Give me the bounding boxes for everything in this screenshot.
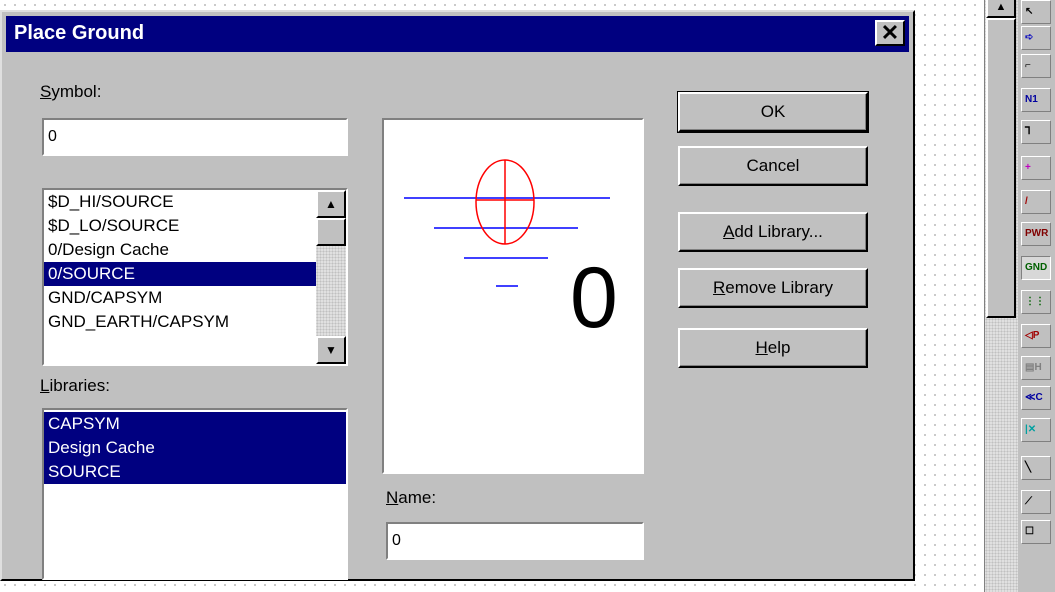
net-alias-tool-button[interactable]: N1 [1021, 88, 1051, 112]
symbol-list-scrollbar[interactable]: ▲ ▼ [316, 190, 346, 364]
help-button[interactable]: Help [678, 328, 868, 368]
symbol-list-item[interactable]: 0/Design Cache [44, 238, 316, 262]
junction-icon: + [1025, 162, 1031, 173]
place-bus-icon: ⅂ [1025, 126, 1031, 137]
remove-library-button[interactable]: Remove Library [678, 268, 868, 308]
place-part-tool-button[interactable]: ➪ [1021, 26, 1051, 50]
scroll-up-icon: ▲ [995, 1, 1007, 13]
library-list-item[interactable]: CAPSYM [44, 412, 346, 436]
off-page-connector-icon: ≪C [1025, 392, 1043, 403]
ground-icon: GND [1025, 262, 1048, 273]
place-line-tool-button[interactable]: ╲ [1021, 456, 1051, 480]
select-arrow-tool-button[interactable]: ↖ [1021, 0, 1051, 24]
symbol-listbox[interactable]: $D_HI/SOURCE $D_LO/SOURCE 0/Design Cache 0/… [42, 188, 348, 366]
bus-entry-tool-button[interactable]: / [1021, 190, 1051, 214]
symbol-list-item[interactable]: GND/CAPSYM [44, 286, 316, 310]
symbol-list-item[interactable]: $D_LO/SOURCE [44, 214, 316, 238]
place-rectangle-icon: ☐ [1025, 526, 1034, 537]
power-icon: PWR [1025, 228, 1049, 239]
cancel-button[interactable]: Cancel [678, 146, 868, 186]
dialog-title: Place Ground [14, 22, 145, 44]
ok-button[interactable]: OK [677, 91, 869, 133]
place-polyline-icon: ⟋ [1025, 496, 1032, 507]
place-polyline-tool-button[interactable]: ⟋ [1021, 490, 1051, 514]
symbol-input[interactable]: 0 [42, 118, 348, 156]
scroll-down-button[interactable]: ▼ [316, 336, 346, 364]
name-input[interactable]: 0 [386, 522, 644, 560]
library-list-item[interactable]: Design Cache [44, 436, 346, 460]
canvas-scroll-up-button[interactable]: ▲ [986, 0, 1016, 18]
library-list-item[interactable]: SOURCE [44, 460, 346, 484]
place-wire-tool-button[interactable]: ⌐ [1021, 54, 1051, 78]
scroll-down-icon: ▼ [325, 343, 337, 357]
hierarchical-port-icon: ◁P [1025, 330, 1040, 341]
libraries-listbox[interactable]: CAPSYM Design Cache SOURCE [42, 408, 348, 580]
canvas-vertical-scrollbar[interactable]: ▲ [984, 0, 1018, 592]
title-bar[interactable]: Place Ground ✕ [6, 16, 909, 52]
symbol-preview: 0 [382, 118, 644, 474]
hierarchical-block-icon: ⋮⋮ [1025, 296, 1045, 307]
hierarchical-block-tool-button[interactable]: ⋮⋮ [1021, 290, 1051, 314]
select-arrow-icon: ↖ [1025, 6, 1034, 17]
scroll-up-icon: ▲ [325, 197, 337, 211]
place-line-icon: ╲ [1025, 462, 1032, 473]
junction-tool-button[interactable]: + [1021, 156, 1051, 180]
no-connect-icon: |✕ [1025, 424, 1037, 435]
place-ground-dialog: Place Ground ✕ Symbol: 0 $D_HI/SOURCE $D_… [0, 10, 915, 581]
place-wire-icon: ⌐ [1025, 60, 1031, 71]
preview-name-text: 0 [570, 250, 618, 346]
add-library-button[interactable]: Add Library... [678, 212, 868, 252]
off-page-connector-tool-button[interactable]: ≪C [1021, 386, 1051, 410]
canvas-scroll-thumb[interactable] [986, 18, 1016, 318]
place-rectangle-tool-button[interactable]: ☐ [1021, 520, 1051, 544]
ground-tool-button[interactable]: GND [1021, 256, 1051, 280]
close-icon: ✕ [880, 20, 900, 45]
hierarchical-pin-tool-button[interactable]: ▤H [1021, 356, 1051, 380]
scroll-up-button[interactable]: ▲ [316, 190, 346, 218]
place-part-icon: ➪ [1025, 32, 1034, 43]
close-button[interactable]: ✕ [875, 20, 905, 46]
hierarchical-pin-icon: ▤H [1025, 362, 1042, 373]
place-bus-tool-button[interactable]: ⅂ [1021, 120, 1051, 144]
name-label: Name: [386, 488, 437, 507]
symbol-list-item[interactable]: GND_EARTH/CAPSYM [44, 310, 316, 334]
scroll-thumb[interactable] [316, 218, 346, 246]
power-tool-button[interactable]: PWR [1021, 222, 1051, 246]
libraries-label: Libraries: [40, 376, 110, 395]
symbol-list-item[interactable]: $D_HI/SOURCE [44, 190, 316, 214]
drawing-toolbar: ↖ ➪ ⌐ N1 ⅂ + / PWR GND ⋮⋮ ◁P ▤H ≪C |✕ ╲ ⟋ ☐ [1018, 0, 1055, 592]
bus-entry-icon: / [1025, 196, 1028, 207]
no-connect-tool-button[interactable]: |✕ [1021, 418, 1051, 442]
symbol-list-item[interactable]: 0/SOURCE [44, 262, 316, 286]
net-alias-icon: N1 [1025, 94, 1038, 105]
hierarchical-port-tool-button[interactable]: ◁P [1021, 324, 1051, 348]
symbol-label: Symbol: [40, 82, 102, 101]
